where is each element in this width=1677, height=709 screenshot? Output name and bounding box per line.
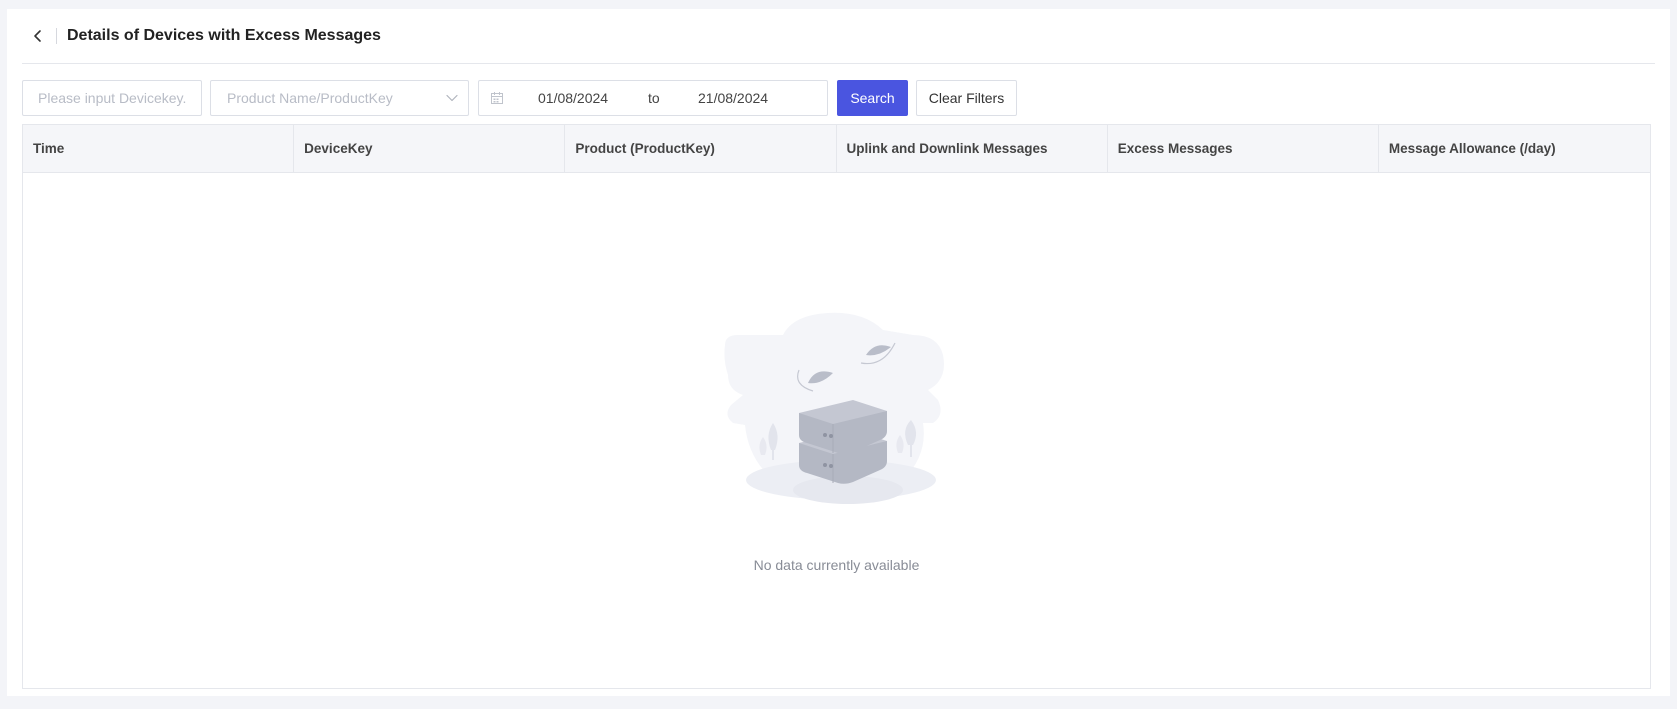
header-divider <box>56 28 57 44</box>
chevron-down-icon <box>446 94 458 102</box>
chevron-left-icon <box>34 30 41 42</box>
column-header-uplink-downlink[interactable]: Uplink and Downlink Messages <box>837 125 1108 172</box>
product-select[interactable]: Product Name/ProductKey <box>210 80 469 116</box>
column-header-devicekey[interactable]: DeviceKey <box>294 125 566 172</box>
calendar-icon <box>490 91 504 105</box>
empty-state: No data currently available <box>23 173 1650 688</box>
column-header-excess-messages[interactable]: Excess Messages <box>1108 125 1379 172</box>
date-range-picker[interactable]: 01/08/2024 to 21/08/2024 <box>478 80 828 116</box>
date-start-input[interactable]: 01/08/2024 <box>538 90 648 106</box>
filter-bar: Product Name/ProductKey 01/08/2024 <box>22 80 1017 116</box>
page-title: Details of Devices with Excess Messages <box>67 27 381 44</box>
page-card: Details of Devices with Excess Messages … <box>7 9 1670 696</box>
empty-data-illustration <box>724 312 944 504</box>
search-button[interactable]: Search <box>837 80 908 116</box>
back-button[interactable] <box>28 26 48 46</box>
table-header: Time DeviceKey Product (ProductKey) Upli… <box>23 125 1650 173</box>
date-separator: to <box>648 90 660 106</box>
date-end-input[interactable]: 21/08/2024 <box>698 90 768 106</box>
product-select-placeholder: Product Name/ProductKey <box>227 90 393 106</box>
devicekey-input[interactable] <box>38 90 198 106</box>
column-header-product[interactable]: Product (ProductKey) <box>565 125 837 172</box>
empty-state-message: No data currently available <box>753 557 920 573</box>
page-header: Details of Devices with Excess Messages <box>22 9 1655 64</box>
column-header-message-allowance[interactable]: Message Allowance (/day) <box>1379 125 1650 172</box>
devicekey-field[interactable] <box>22 80 202 116</box>
devices-table: Time DeviceKey Product (ProductKey) Upli… <box>22 124 1651 689</box>
column-header-time[interactable]: Time <box>23 125 295 172</box>
clear-filters-button[interactable]: Clear Filters <box>916 80 1017 116</box>
